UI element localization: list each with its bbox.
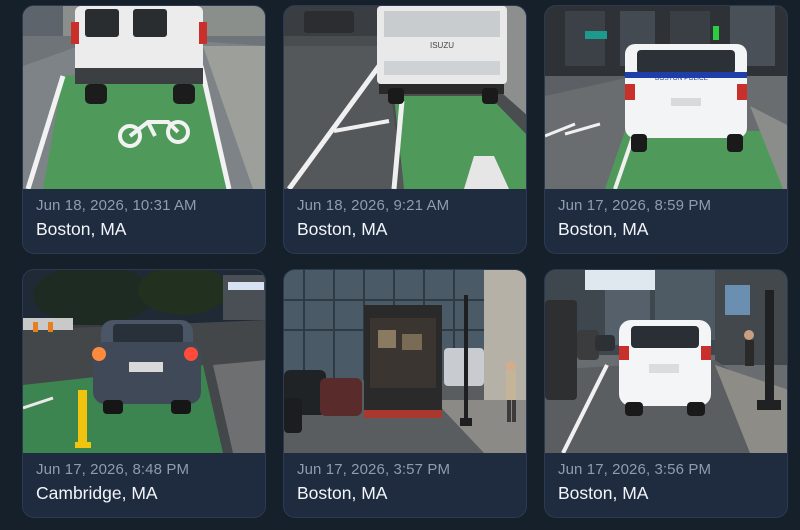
report-photo[interactable] <box>545 270 787 453</box>
report-location: Boston, MA <box>36 219 127 239</box>
report-photo[interactable] <box>23 6 265 189</box>
report-location: Boston, MA <box>558 483 649 503</box>
report-timestamp: Jun 17, 2026, 8:48 PM <box>36 461 190 478</box>
report-card[interactable]: ISUZU Jun 18, 2026, 9:21 AM Boston, MA <box>283 5 527 254</box>
report-photo[interactable] <box>284 270 526 453</box>
svg-text:ISUZU: ISUZU <box>430 41 454 50</box>
report-location: Cambridge, MA <box>36 483 158 503</box>
report-card[interactable]: Jun 17, 2026, 8:48 PM Cambridge, MA <box>22 269 266 518</box>
report-grid: Jun 18, 2026, 10:31 AM Boston, MA ISUZU <box>22 5 789 518</box>
report-location: Boston, MA <box>297 219 388 239</box>
report-card[interactable]: Jun 17, 2026, 3:57 PM Boston, MA <box>283 269 527 518</box>
report-photo[interactable] <box>23 270 265 453</box>
report-timestamp: Jun 17, 2026, 8:59 PM <box>558 197 712 214</box>
report-timestamp: Jun 18, 2026, 10:31 AM <box>36 197 197 214</box>
report-timestamp: Jun 17, 2026, 3:56 PM <box>558 461 712 478</box>
report-card[interactable]: Jun 18, 2026, 10:31 AM Boston, MA <box>22 5 266 254</box>
report-photo[interactable]: BOSTON POLICE <box>545 6 787 189</box>
report-timestamp: Jun 18, 2026, 9:21 AM <box>297 197 450 214</box>
report-photo[interactable]: ISUZU <box>284 6 526 189</box>
report-timestamp: Jun 17, 2026, 3:57 PM <box>297 461 451 478</box>
report-card[interactable]: BOSTON POLICE Jun 17, 2026, 8:59 PM Bost… <box>544 5 788 254</box>
report-location: Boston, MA <box>297 483 388 503</box>
report-location: Boston, MA <box>558 219 649 239</box>
report-card[interactable]: Jun 17, 2026, 3:56 PM Boston, MA <box>544 269 788 518</box>
svg-text:BOSTON POLICE: BOSTON POLICE <box>655 75 709 82</box>
